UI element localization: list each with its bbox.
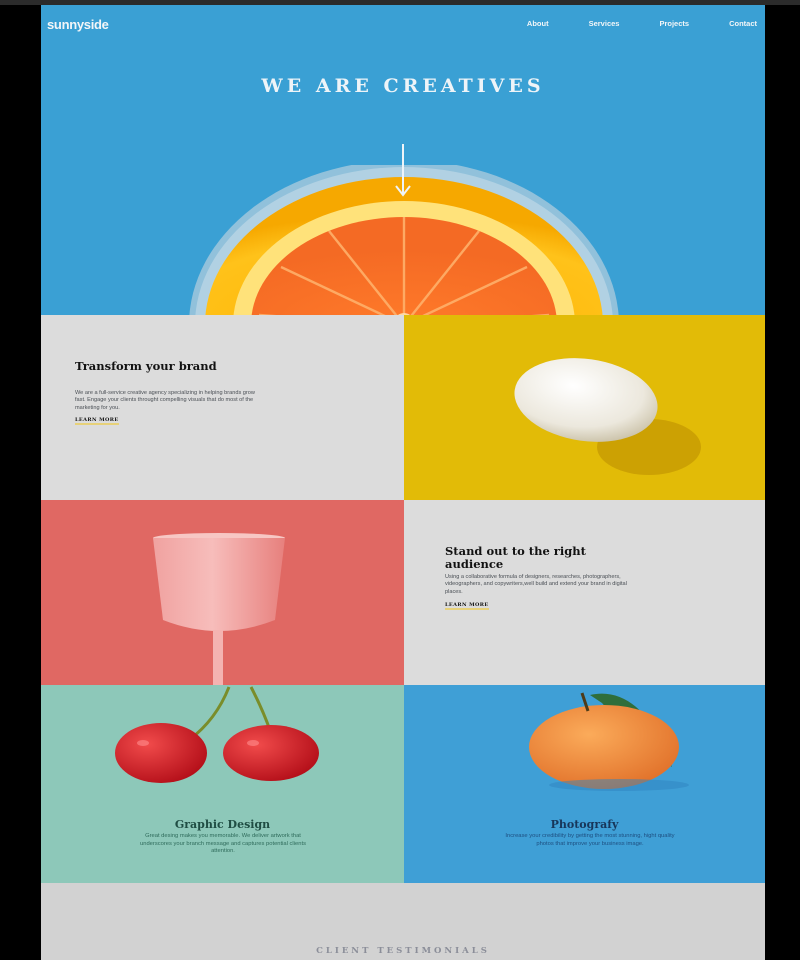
service-body: Great desing makes you memorable. We del… — [140, 833, 306, 855]
egg-image — [514, 358, 701, 475]
testimonials-title: CLIENT TESTIMONIALS — [316, 946, 490, 956]
feature-heading: Stand out to the right audience — [445, 544, 586, 571]
arrow-down-icon[interactable] — [395, 144, 411, 198]
glass-image-tile — [41, 500, 404, 685]
transform-brand-tile: Transform your brand We are a full-servi… — [41, 315, 404, 500]
photography-tile: Photografy Increase your credibility by … — [404, 685, 765, 883]
egg-image-tile — [404, 315, 765, 500]
hero-title: WE ARE CREATIVES — [261, 75, 545, 97]
glass-image — [153, 533, 285, 685]
graphic-design-tile: Graphic Design Great desing makes you me… — [41, 685, 404, 883]
service-title: Graphic Design — [174, 818, 271, 831]
logo[interactable]: sunnyside — [47, 17, 109, 32]
nav-projects[interactable]: Projects — [659, 19, 689, 28]
stand-out-tile: Stand out to the right audience Using a … — [404, 500, 765, 685]
hero-section: sunnyside About Services Projects Contac… — [41, 5, 765, 315]
learn-more-link[interactable]: LEARN MORE — [445, 602, 489, 610]
nav-about[interactable]: About — [527, 19, 549, 28]
orange-image — [529, 692, 689, 791]
service-title: Photografy — [550, 818, 619, 831]
landing-page: sunnyside About Services Projects Contac… — [41, 5, 765, 960]
service-body: Increase your credibility by getting the… — [505, 833, 675, 847]
learn-more-link[interactable]: LEARN MORE — [75, 417, 119, 425]
feature-body: Using a collaborative formula of designe… — [445, 574, 627, 595]
main-nav: About Services Projects Contact — [487, 19, 757, 28]
feature-body: We are a full-service creative agency sp… — [75, 390, 255, 411]
testimonials-section: CLIENT TESTIMONIALS — [41, 883, 765, 960]
nav-contact[interactable]: Contact — [729, 19, 757, 28]
feature-heading: Transform your brand — [75, 359, 217, 373]
nav-services[interactable]: Services — [589, 19, 620, 28]
